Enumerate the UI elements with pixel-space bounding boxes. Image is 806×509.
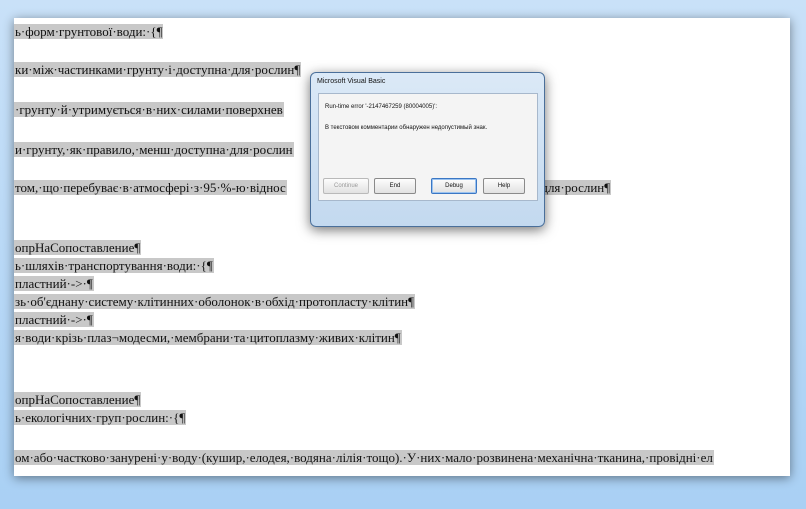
- end-button[interactable]: End: [374, 178, 416, 194]
- doc-line-text: ь·екологічних·груп·рослин:·{¶: [14, 410, 187, 425]
- error-message-text: В текстовом комментарии обнаружен недопу…: [325, 125, 488, 131]
- doc-line-text: ь·форм·грунтової·води:·{¶: [14, 24, 164, 39]
- doc-line-14: ом·або·частково·занурені·у·воду·(кушир,·…: [14, 450, 714, 466]
- debug-button[interactable]: Debug: [431, 178, 477, 194]
- doc-line-5-tail: ·для·рослин¶: [536, 180, 612, 196]
- doc-line-8: пластний·->·¶: [14, 276, 94, 292]
- doc-line-text: и·грунту,·як·правило,·менш·доступна·для·…: [14, 142, 294, 157]
- doc-line-10: пластний·->·¶: [14, 312, 94, 328]
- doc-line-text: ки·між·частинками·грунту·і·доступна·для·…: [14, 62, 302, 77]
- error-code-text: Run-time error '-2147467259 (80004005)':: [325, 104, 438, 110]
- doc-line-text: опрНаСопоставление¶: [14, 240, 142, 255]
- doc-line-3: ·грунту·й·утримується·в·них·силами·повер…: [14, 102, 284, 118]
- doc-line-2: ки·між·частинками·грунту·і·доступна·для·…: [14, 62, 302, 78]
- doc-line-6: опрНаСопоставление¶: [14, 240, 142, 256]
- doc-line-text: пластний·->·¶: [14, 276, 94, 291]
- doc-line-4: и·грунту,·як·правило,·менш·доступна·для·…: [14, 142, 294, 158]
- doc-line-1: ь·форм·грунтової·води:·{¶: [14, 24, 164, 40]
- doc-line-text: ·грунту·й·утримується·в·них·силами·повер…: [14, 102, 284, 117]
- doc-line-text: пластний·->·¶: [14, 312, 94, 327]
- doc-line-7: ь·шляхів·транспортування·води:·{¶: [14, 258, 214, 274]
- doc-line-text: я·води·крізь·плаз¬модесми,·мембрани·та·ц…: [14, 330, 402, 345]
- help-button[interactable]: Help: [483, 178, 525, 194]
- doc-line-text: зь·об'єднану·систему·клітинних·оболонок·…: [14, 294, 416, 309]
- doc-line-5: том,·що·перебуває·в·атмосфері·з·95·%-ю·в…: [14, 180, 287, 196]
- doc-line-13: ь·екологічних·груп·рослин:·{¶: [14, 410, 187, 426]
- dialog-title: Microsoft Visual Basic: [317, 78, 386, 85]
- vba-error-dialog: Microsoft Visual Basic Run-time error '-…: [310, 72, 545, 227]
- doc-line-text: ь·шляхів·транспортування·води:·{¶: [14, 258, 214, 273]
- doc-line-text: ом·або·частково·занурені·у·воду·(кушир,·…: [14, 450, 714, 465]
- doc-line-11: я·води·крізь·плаз¬модесми,·мембрани·та·ц…: [14, 330, 402, 346]
- doc-line-text: том,·що·перебуває·в·атмосфері·з·95·%-ю·в…: [14, 180, 287, 195]
- doc-line-text: опрНаСопоставление¶: [14, 392, 142, 407]
- doc-line-9: зь·об'єднану·систему·клітинних·оболонок·…: [14, 294, 416, 310]
- continue-button[interactable]: Continue: [323, 178, 369, 194]
- doc-line-text: ·для·рослин¶: [536, 180, 612, 195]
- doc-line-12: опрНаСопоставление¶: [14, 392, 142, 408]
